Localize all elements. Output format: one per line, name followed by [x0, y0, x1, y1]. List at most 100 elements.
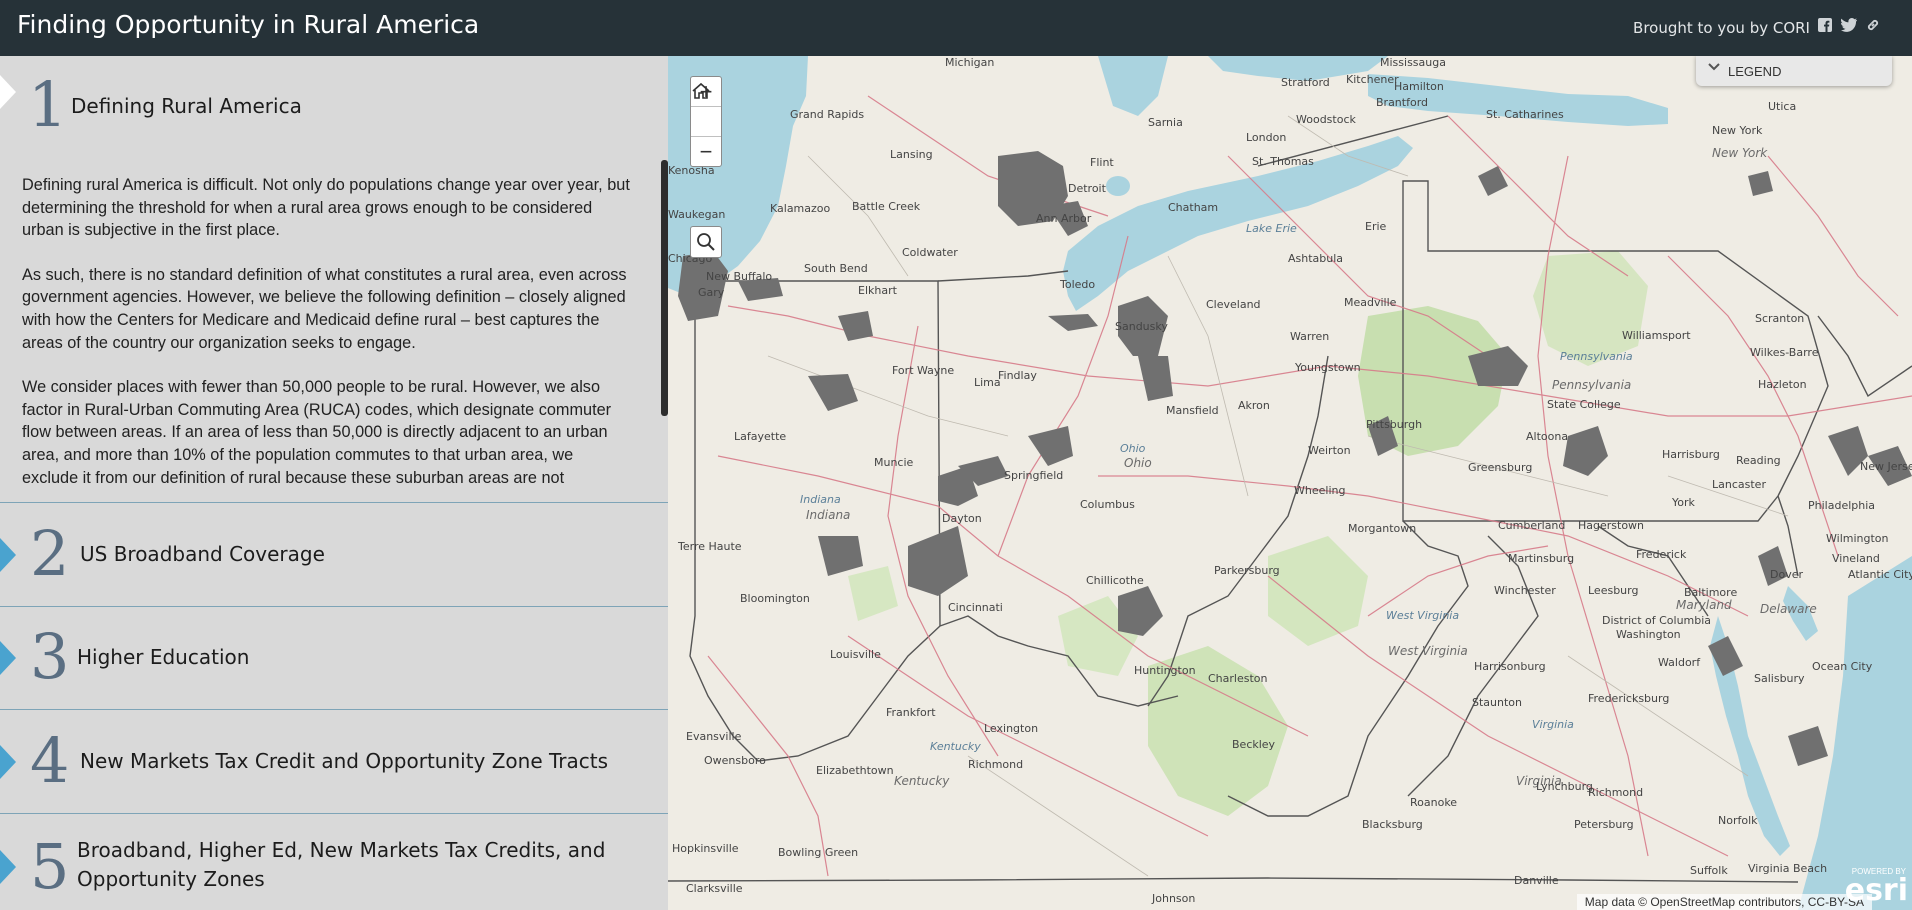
- map-label: Stratford: [1281, 76, 1330, 89]
- page-title: Finding Opportunity in Rural America: [17, 10, 480, 39]
- map-label: Charleston: [1208, 672, 1268, 685]
- section-5[interactable]: 5 Broadband, Higher Ed, New Markets Tax …: [0, 814, 668, 910]
- map-label: Martinsburg: [1508, 552, 1575, 565]
- section-2[interactable]: 2 US Broadband Coverage: [0, 503, 668, 607]
- legend-toggle[interactable]: LEGEND: [1696, 56, 1892, 86]
- map-label: Hopkinsville: [672, 842, 739, 855]
- map-label: Battle Creek: [852, 200, 921, 213]
- map-label: Atlantic City: [1848, 568, 1912, 581]
- map-label: State College: [1547, 398, 1621, 411]
- state-label: Ohio: [1120, 442, 1146, 455]
- map-label: Harrisburg: [1662, 448, 1720, 461]
- section-title[interactable]: New Markets Tax Credit and Opportunity Z…: [80, 747, 608, 776]
- map-label: Lynchburg: [1536, 780, 1593, 793]
- map-label: Utica: [1768, 100, 1797, 113]
- map-label: Pittsburgh: [1366, 418, 1423, 431]
- map-label: Williamsport: [1622, 329, 1691, 342]
- map-label: Waukegan: [668, 208, 726, 221]
- map-label: Sarnia: [1148, 116, 1183, 129]
- state-label: New York: [1712, 146, 1768, 160]
- twitter-icon[interactable]: [1840, 18, 1858, 36]
- map-label: Gary: [698, 286, 725, 299]
- section-title[interactable]: Higher Education: [77, 643, 249, 672]
- state-label: Delaware: [1760, 602, 1817, 616]
- link-icon[interactable]: [1864, 18, 1882, 36]
- section-title[interactable]: Broadband, Higher Ed, New Markets Tax Cr…: [77, 836, 605, 894]
- map-label: Kitchener: [1346, 73, 1399, 86]
- map-label: Flint: [1090, 156, 1114, 169]
- map-label: Frankfort: [886, 706, 936, 719]
- map-label: Ocean City: [1812, 660, 1873, 673]
- map-label: London: [1246, 131, 1287, 144]
- section-title-line: Broadband, Higher Ed, New Markets Tax Cr…: [77, 838, 606, 862]
- state-label: Virginia: [1532, 718, 1574, 731]
- map-label: Lima: [974, 376, 1001, 389]
- map-label: Lafayette: [734, 430, 787, 443]
- map-label: Vineland: [1832, 552, 1880, 565]
- map-label: Cumberland: [1498, 519, 1566, 532]
- map-label: Fredericksburg: [1588, 692, 1670, 705]
- section-number: 5: [30, 830, 70, 903]
- map-label: Huntington: [1134, 664, 1196, 677]
- map-label: Roanoke: [1410, 796, 1458, 809]
- map-label: Akron: [1238, 399, 1270, 412]
- map-label: Chillicothe: [1086, 574, 1144, 587]
- map-label: Elizabethtown: [816, 764, 894, 777]
- section-title-line: Opportunity Zones: [77, 867, 265, 891]
- state-label: Pennsylvania: [1560, 350, 1633, 363]
- state-label: Ohio: [1124, 456, 1152, 470]
- scrollbar[interactable]: [661, 160, 668, 416]
- map-label: Staunton: [1472, 696, 1522, 709]
- map-label: Lancaster: [1712, 478, 1766, 491]
- map-label: Columbus: [1080, 498, 1135, 511]
- map-label: New Buffalo: [706, 270, 773, 283]
- map-label: Leesburg: [1588, 584, 1639, 597]
- map-label: Meadville: [1344, 296, 1397, 309]
- map-label: Suffolk: [1690, 864, 1728, 877]
- section-1[interactable]: 1 Defining Rural America Defining rural …: [0, 56, 668, 503]
- map-label: Salisbury: [1754, 672, 1805, 685]
- map-label: Beckley: [1232, 738, 1276, 751]
- map-label: Norfolk: [1718, 814, 1758, 827]
- map-label: Owensboro: [704, 754, 766, 767]
- search-icon: [697, 233, 715, 251]
- map-label: Petersburg: [1574, 818, 1634, 831]
- map-label: Clarksville: [686, 882, 743, 895]
- section-body: Defining rural America is difficult. Not…: [22, 174, 632, 500]
- esri-logo[interactable]: esri: [1845, 873, 1908, 908]
- map-label: Erie: [1365, 220, 1387, 233]
- map-label: Philadelphia: [1808, 499, 1876, 512]
- expand-arrow-icon: [0, 538, 16, 572]
- map-label: York: [1672, 496, 1695, 509]
- facebook-icon[interactable]: [1816, 18, 1834, 36]
- map-label: Harrisonburg: [1474, 660, 1546, 673]
- map-label: Altoona: [1526, 430, 1569, 443]
- map-label: Hamilton: [1394, 80, 1444, 93]
- map-label: New York: [1712, 124, 1763, 137]
- search-button[interactable]: [690, 226, 722, 258]
- map-label: Scranton: [1755, 312, 1805, 325]
- home-icon: [692, 82, 710, 99]
- map-label: Brantford: [1376, 96, 1429, 109]
- section-3[interactable]: 3 Higher Education: [0, 607, 668, 710]
- map-view[interactable]: Michigan Mississauga Hamilton Stratford …: [668, 56, 1912, 910]
- body-paragraph: We consider places with fewer than 50,00…: [22, 378, 612, 487]
- zoom-out-button[interactable]: −: [691, 137, 721, 166]
- state-label: Kentucky: [930, 740, 981, 753]
- section-number: 2: [30, 517, 70, 590]
- water-label: Lake Erie: [1246, 222, 1297, 235]
- map-label: Elkhart: [858, 284, 897, 297]
- expand-arrow-icon: [0, 641, 16, 675]
- section-title[interactable]: Defining Rural America: [71, 92, 302, 121]
- section-4[interactable]: 4 New Markets Tax Credit and Opportunity…: [0, 710, 668, 814]
- map-label: Toledo: [1060, 278, 1096, 291]
- state-label: Pennsylvania: [1552, 378, 1632, 392]
- map-label: Bowling Green: [778, 846, 859, 859]
- map-label: Wilmington: [1826, 532, 1889, 545]
- map-label: Greensburg: [1468, 461, 1533, 474]
- home-button[interactable]: [691, 82, 721, 137]
- map-label: District of Columbia: [1602, 614, 1712, 627]
- section-number: 1: [28, 68, 68, 141]
- section-title[interactable]: US Broadband Coverage: [80, 540, 325, 569]
- map-label: Evansville: [686, 730, 742, 743]
